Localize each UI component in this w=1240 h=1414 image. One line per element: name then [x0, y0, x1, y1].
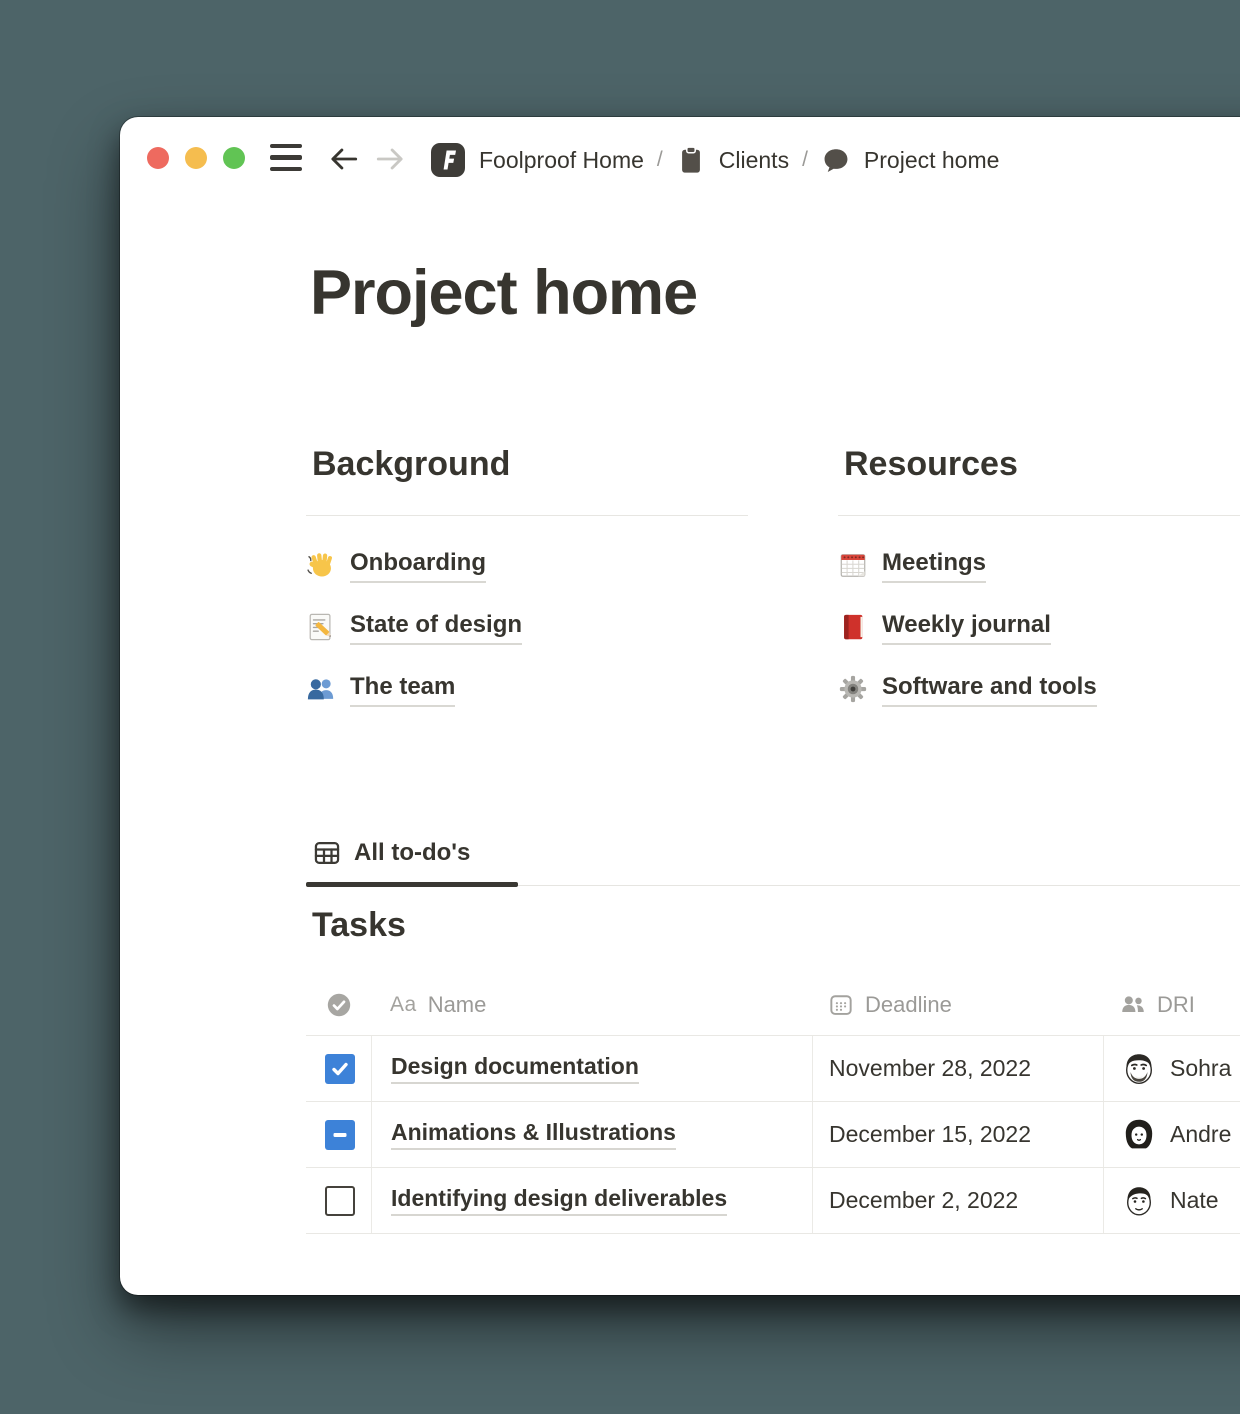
- memo-icon: [306, 612, 336, 642]
- column-header-name[interactable]: Aa Name: [371, 974, 812, 1035]
- page-link-label: Software and tools: [882, 671, 1097, 706]
- table-header-row: Aa Name Deadline: [306, 974, 1240, 1036]
- page-link-label: The team: [350, 671, 455, 706]
- column-label: Deadline: [865, 992, 952, 1018]
- aa-text-icon: Aa: [390, 993, 417, 1017]
- team-icon: [306, 674, 336, 704]
- task-checkbox-checked[interactable]: [325, 1054, 355, 1084]
- zoom-button[interactable]: [223, 147, 245, 169]
- back-arrow-icon[interactable]: [327, 142, 361, 176]
- dri-cell[interactable]: Nate: [1103, 1168, 1240, 1233]
- breadcrumb-separator: /: [802, 148, 808, 172]
- deadline-cell[interactable]: November 28, 2022: [812, 1036, 1103, 1101]
- breadcrumb-separator: /: [657, 148, 663, 172]
- breadcrumb-item-clients[interactable]: Clients: [676, 145, 789, 175]
- deadline-cell[interactable]: December 2, 2022: [812, 1168, 1103, 1233]
- deadline-value: December 2, 2022: [829, 1187, 1018, 1214]
- breadcrumb: Foolproof Home / Clients / Project home: [430, 138, 999, 182]
- titlebar: Foolproof Home / Clients / Project home: [120, 138, 1240, 182]
- page-link-label: Meetings: [882, 547, 986, 582]
- task-checkbox-indeterminate[interactable]: [325, 1120, 355, 1150]
- column-header-done[interactable]: [306, 974, 371, 1035]
- table-view-icon: [312, 838, 342, 868]
- tasks-table: Aa Name Deadline: [306, 974, 1240, 1234]
- page-link-label: State of design: [350, 609, 522, 644]
- tasks-heading: Tasks: [312, 908, 406, 942]
- section-heading: Background: [312, 447, 748, 481]
- breadcrumb-item-project-home[interactable]: Project home: [821, 145, 1000, 175]
- table-row: Design documentation November 28, 2022 S…: [306, 1036, 1240, 1102]
- section-heading: Resources: [844, 447, 1240, 481]
- page-link-weekly-journal[interactable]: Weekly journal: [838, 604, 1240, 650]
- dri-cell[interactable]: Sohra: [1103, 1036, 1240, 1101]
- section-resources: Resources Meetings: [838, 447, 1240, 712]
- page-link-label: Weekly journal: [882, 609, 1051, 644]
- calendar-icon: [828, 992, 854, 1018]
- app-window: Foolproof Home / Clients / Project home …: [120, 117, 1240, 1295]
- andrea-avatar: [1121, 1117, 1157, 1153]
- speech-bubble-icon: [821, 145, 851, 175]
- check-icon: [330, 1059, 350, 1079]
- table-row: Identifying design deliverables December…: [306, 1168, 1240, 1234]
- active-tab-indicator: [306, 882, 518, 887]
- dri-name: Andre: [1170, 1121, 1231, 1148]
- waving-hand-icon: [306, 550, 336, 580]
- people-icon: [1120, 992, 1146, 1018]
- page-title: Project home: [310, 257, 697, 329]
- nate-avatar: [1121, 1183, 1157, 1219]
- page-link-state-of-design[interactable]: State of design: [306, 604, 748, 650]
- task-link[interactable]: Identifying design deliverables: [391, 1185, 727, 1216]
- close-button[interactable]: [147, 147, 169, 169]
- table-row: Animations & Illustrations December 15, …: [306, 1102, 1240, 1168]
- task-checkbox-unchecked[interactable]: [325, 1186, 355, 1216]
- spiral-calendar-icon: [838, 550, 868, 580]
- sidebar-menu-icon[interactable]: [270, 144, 302, 171]
- gear-icon: [838, 674, 868, 704]
- check-circle-icon: [325, 991, 353, 1019]
- minus-icon: [330, 1125, 350, 1145]
- task-link[interactable]: Design documentation: [391, 1053, 639, 1084]
- breadcrumb-item-foolproof-home[interactable]: Foolproof Home: [430, 142, 644, 178]
- tab-all-todos[interactable]: All to-do's: [306, 833, 470, 873]
- foolproof-logo-icon: [430, 142, 466, 178]
- section-divider: [838, 515, 1240, 516]
- tab-label: All to-do's: [354, 839, 470, 867]
- deadline-cell[interactable]: December 15, 2022: [812, 1102, 1103, 1167]
- deadline-value: November 28, 2022: [829, 1055, 1031, 1082]
- column-header-dri[interactable]: DRI: [1103, 974, 1240, 1035]
- window-controls: [147, 147, 245, 169]
- page-link-the-team[interactable]: The team: [306, 666, 748, 712]
- breadcrumb-label: Project home: [864, 147, 1000, 174]
- dri-name: Sohra: [1170, 1055, 1231, 1082]
- section-background: Background: [306, 447, 748, 712]
- forward-arrow-icon[interactable]: [373, 142, 407, 176]
- column-label: DRI: [1157, 992, 1195, 1018]
- dri-cell[interactable]: Andre: [1103, 1102, 1240, 1167]
- section-divider: [306, 515, 748, 516]
- page-link-label: Onboarding: [350, 547, 486, 582]
- page-link-onboarding[interactable]: Onboarding: [306, 542, 748, 588]
- red-book-icon: [838, 612, 868, 642]
- dri-name: Nate: [1170, 1187, 1219, 1214]
- column-label: Name: [428, 992, 487, 1018]
- page-link-software-and-tools[interactable]: Software and tools: [838, 666, 1240, 712]
- page-link-meetings[interactable]: Meetings: [838, 542, 1240, 588]
- deadline-value: December 15, 2022: [829, 1121, 1031, 1148]
- clipboard-icon: [676, 145, 706, 175]
- minimize-button[interactable]: [185, 147, 207, 169]
- task-link[interactable]: Animations & Illustrations: [391, 1119, 676, 1150]
- breadcrumb-label: Clients: [719, 147, 789, 174]
- view-tabs: All to-do's: [306, 833, 1240, 889]
- breadcrumb-label: Foolproof Home: [479, 147, 644, 174]
- column-header-deadline[interactable]: Deadline: [812, 974, 1103, 1035]
- sohrab-avatar: [1121, 1051, 1157, 1087]
